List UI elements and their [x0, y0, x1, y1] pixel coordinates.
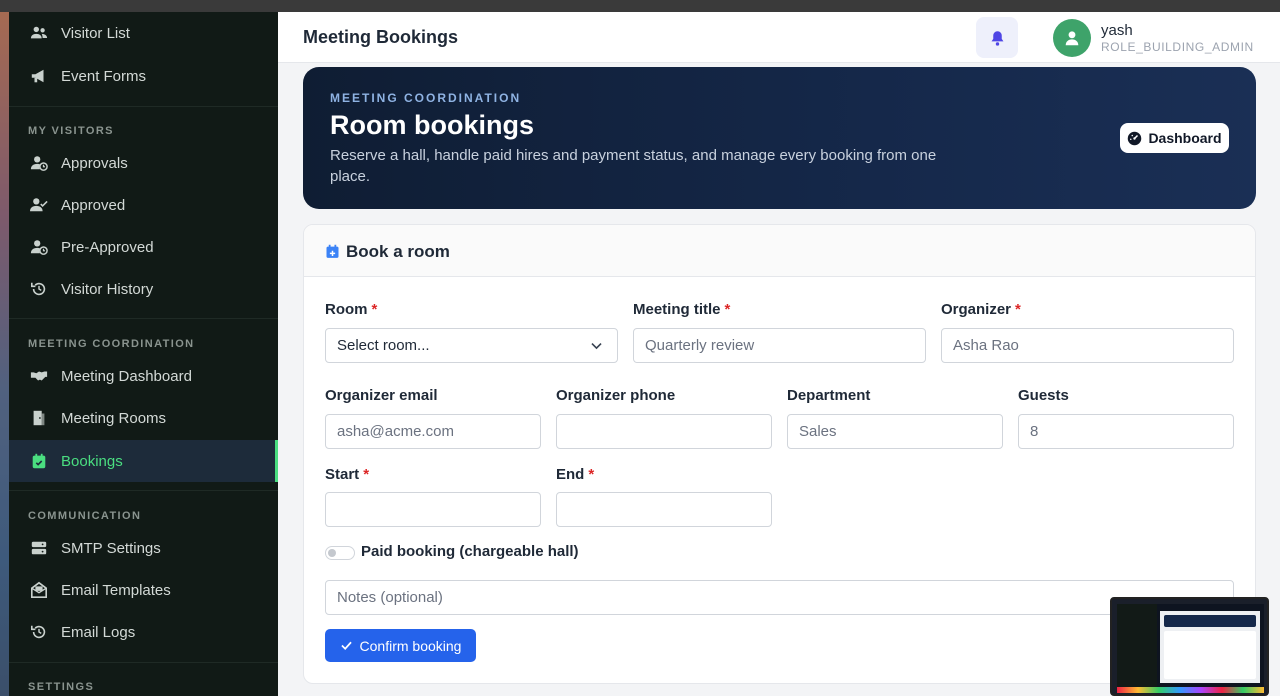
hero-banner: MEETING COORDINATION Room bookings Reser…: [303, 67, 1256, 209]
organizer-email-input[interactable]: asha@acme.com: [325, 414, 541, 449]
chevron-down-icon: [590, 339, 603, 352]
calendar-plus-icon: [325, 243, 340, 260]
organizer-email-label: Organizer email: [325, 387, 438, 404]
card-title: Book a room: [346, 242, 450, 261]
sidebar-divider: [9, 318, 278, 319]
bell-icon: [989, 29, 1006, 47]
sidebar-item-label: Email Logs: [61, 623, 136, 641]
screen-preview-thumbnail[interactable]: [1110, 597, 1269, 696]
sidebar-item-pre-approved[interactable]: Pre-Approved: [9, 226, 278, 268]
sidebar-item-meeting-dashboard[interactable]: Meeting Dashboard: [9, 355, 278, 397]
hero-eyebrow: MEETING COORDINATION: [330, 91, 522, 105]
top-header: Meeting Bookings yash ROLE_BUILDING_ADMI…: [278, 12, 1280, 63]
sidebar-item-approvals[interactable]: Approvals: [9, 142, 278, 184]
organizer-input[interactable]: Asha Rao: [941, 328, 1234, 363]
confirm-booking-label: Confirm booking: [359, 637, 462, 654]
sidebar-divider: [9, 490, 278, 491]
sidebar: Visitor List Event Forms MY VISITORS App…: [9, 12, 278, 696]
sidebar-section-settings: SETTINGS: [28, 681, 95, 693]
sidebar-divider: [9, 106, 278, 107]
sidebar-item-label: Email Templates: [61, 581, 171, 599]
sidebar-item-label: Meeting Rooms: [61, 409, 167, 427]
sidebar-item-label: Event Forms: [61, 67, 147, 85]
guests-input[interactable]: 8: [1018, 414, 1234, 449]
sidebar-item-visitor-list[interactable]: Visitor List: [9, 12, 278, 54]
notes-input[interactable]: Notes (optional): [325, 580, 1234, 615]
sidebar-section-communication: COMMUNICATION: [28, 510, 142, 522]
sidebar-item-bookings[interactable]: Bookings: [9, 440, 278, 482]
page-title: Meeting Bookings: [303, 27, 459, 47]
calendar-check-icon: [29, 451, 49, 471]
megaphone-icon: [29, 66, 49, 86]
user-clock-icon: [29, 153, 49, 173]
department-input[interactable]: Sales: [787, 414, 1003, 449]
sidebar-item-email-logs[interactable]: Email Logs: [9, 611, 278, 653]
start-input[interactable]: [325, 492, 541, 527]
sidebar-item-label: Visitor List: [61, 24, 130, 42]
sidebar-item-label: Bookings: [61, 452, 123, 470]
sidebar-item-label: Pre-Approved: [61, 238, 154, 256]
history-icon: [29, 279, 49, 299]
sidebar-item-label: SMTP Settings: [61, 539, 161, 557]
avatar[interactable]: [1053, 19, 1091, 57]
notifications-button[interactable]: [976, 17, 1018, 58]
users-icon: [29, 23, 49, 43]
user-check-icon: [29, 195, 49, 215]
meeting-title-input[interactable]: Quarterly review: [633, 328, 926, 363]
sidebar-item-smtp-settings[interactable]: SMTP Settings: [9, 527, 278, 569]
sidebar-item-label: Meeting Dashboard: [61, 367, 192, 385]
sidebar-item-label: Visitor History: [61, 280, 154, 298]
history-icon: [29, 622, 49, 642]
gauge-icon: [1127, 131, 1142, 146]
sidebar-section-meeting-coordination: MEETING COORDINATION: [28, 338, 195, 350]
user-icon: [1063, 29, 1081, 47]
check-icon: [340, 639, 353, 652]
room-select[interactable]: Select room...: [325, 328, 618, 363]
user-name: yash: [1101, 22, 1133, 39]
dashboard-button-label: Dashboard: [1148, 130, 1222, 146]
handshake-icon: [29, 366, 49, 386]
room-select-value: Select room...: [337, 337, 430, 354]
start-label: Start *: [325, 466, 370, 483]
sidebar-item-label: Approved: [61, 196, 126, 214]
sidebar-item-email-templates[interactable]: Email Templates: [9, 569, 278, 611]
organizer-phone-label: Organizer phone: [556, 387, 676, 404]
guests-label: Guests: [1018, 387, 1069, 404]
card-header: Book a room: [304, 225, 1255, 277]
paid-booking-label: Paid booking (chargeable hall): [361, 543, 579, 560]
door-icon: [29, 408, 49, 428]
meeting-title-label: Meeting title *: [633, 301, 731, 318]
confirm-booking-button[interactable]: Confirm booking: [325, 629, 476, 662]
end-input[interactable]: [556, 492, 772, 527]
hero-title: Room bookings: [330, 110, 534, 140]
sidebar-item-approved[interactable]: Approved: [9, 184, 278, 226]
sidebar-item-meeting-rooms[interactable]: Meeting Rooms: [9, 397, 278, 439]
organizer-phone-input[interactable]: [556, 414, 772, 449]
envelope-open-icon: [29, 580, 49, 600]
sidebar-item-label: Approvals: [61, 154, 128, 172]
sidebar-item-visitor-history[interactable]: Visitor History: [9, 268, 278, 310]
toggle-knob: [328, 549, 336, 557]
end-label: End *: [556, 466, 595, 483]
room-label: Room *: [325, 301, 378, 318]
sidebar-divider: [9, 662, 278, 663]
hero-description: Reserve a hall, handle paid hires and pa…: [330, 147, 937, 185]
sidebar-section-my-visitors: MY VISITORS: [28, 125, 114, 137]
dashboard-button[interactable]: Dashboard: [1120, 123, 1229, 153]
server-icon: [29, 538, 49, 558]
desktop-wallpaper-edge: [0, 12, 9, 696]
paid-booking-toggle[interactable]: [325, 546, 355, 560]
window-top-strip: [0, 0, 1280, 12]
organizer-label: Organizer *: [941, 301, 1021, 318]
department-label: Department: [787, 387, 871, 404]
user-role: ROLE_BUILDING_ADMIN: [1101, 40, 1254, 54]
user-clock-icon: [29, 237, 49, 257]
sidebar-item-event-forms[interactable]: Event Forms: [9, 55, 278, 97]
